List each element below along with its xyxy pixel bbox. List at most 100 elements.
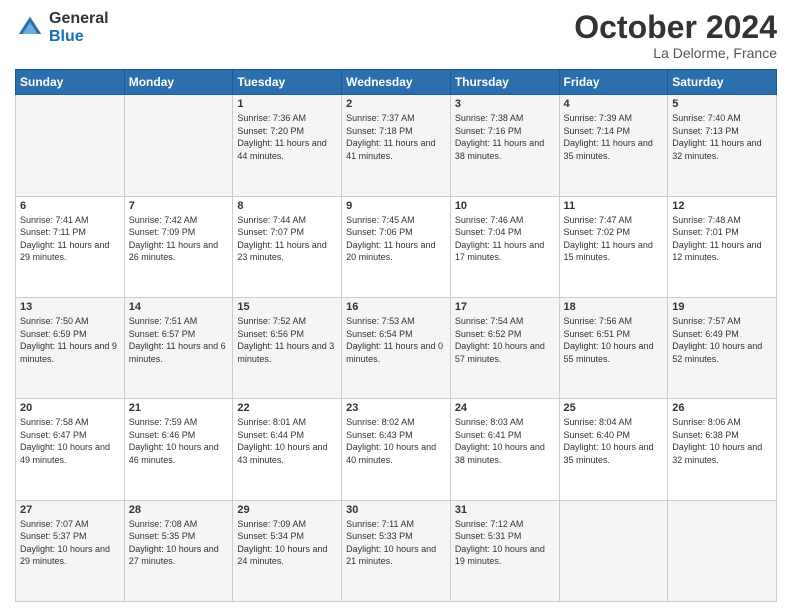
daylight-text: Daylight: 11 hours and 0 minutes.	[346, 341, 443, 364]
sunset-text: Sunset: 5:35 PM	[129, 531, 196, 541]
day-cell: 7 Sunrise: 7:42 AMSunset: 7:09 PMDaylight…	[124, 196, 233, 297]
sunrise-text: Sunrise: 7:44 AM	[237, 215, 306, 225]
day-cell: 26Sunrise: 8:06 AMSunset: 6:38 PMDayligh…	[668, 399, 777, 500]
sunrise-text: Sunrise: 8:06 AM	[672, 417, 741, 427]
col-saturday: Saturday	[668, 70, 777, 95]
daylight-text: Daylight: 11 hours and 6 minutes.	[129, 341, 226, 364]
daylight-text: Daylight: 10 hours and 38 minutes.	[455, 442, 545, 465]
day-cell: 19Sunrise: 7:57 AMSunset: 6:49 PMDayligh…	[668, 297, 777, 398]
sunrise-text: Sunrise: 7:08 AM	[129, 519, 198, 529]
day-cell: 1Sunrise: 7:36 AMSunset: 7:20 PMDaylight…	[233, 95, 342, 196]
day-cell: 29Sunrise: 7:09 AMSunset: 5:34 PMDayligh…	[233, 500, 342, 601]
daylight-text: Daylight: 11 hours and 35 minutes.	[564, 138, 653, 161]
daylight-text: Daylight: 11 hours and 23 minutes.	[237, 240, 326, 263]
sunset-text: Sunset: 7:02 PM	[564, 227, 631, 237]
day-number: 7	[129, 200, 229, 212]
sunrise-text: Sunrise: 7:59 AM	[129, 417, 198, 427]
col-friday: Friday	[559, 70, 668, 95]
sunrise-text: Sunrise: 7:57 AM	[672, 316, 741, 326]
day-cell: 15Sunrise: 7:52 AMSunset: 6:56 PMDayligh…	[233, 297, 342, 398]
sunrise-text: Sunrise: 7:52 AM	[237, 316, 306, 326]
day-info: Sunrise: 7:46 AMSunset: 7:04 PMDaylight:…	[455, 214, 555, 264]
day-cell: 6 Sunrise: 7:41 AMSunset: 7:11 PMDaylight…	[16, 196, 125, 297]
day-number: 4	[564, 98, 664, 110]
day-cell: 12Sunrise: 7:48 AMSunset: 7:01 PMDayligh…	[668, 196, 777, 297]
day-info: Sunrise: 7:50 AMSunset: 6:59 PMDaylight:…	[20, 315, 120, 365]
day-cell: 5Sunrise: 7:40 AMSunset: 7:13 PMDaylight…	[668, 95, 777, 196]
day-info: Sunrise: 7:41 AMSunset: 7:11 PMDaylight:…	[20, 214, 120, 264]
day-cell: 31Sunrise: 7:12 AMSunset: 5:31 PMDayligh…	[450, 500, 559, 601]
page: General Blue October 2024 La Delorme, Fr…	[0, 0, 792, 612]
day-number: 18	[564, 301, 664, 313]
daylight-text: Daylight: 10 hours and 49 minutes.	[20, 442, 110, 465]
day-cell: 21Sunrise: 7:59 AMSunset: 6:46 PMDayligh…	[124, 399, 233, 500]
week-row-4: 27 Sunrise: 7:07 AMSunset: 5:37 PMDayligh…	[16, 500, 777, 601]
sunrise-text: Sunrise: 7:58 AM	[20, 417, 89, 427]
daylight-text: Daylight: 10 hours and 19 minutes.	[455, 544, 545, 567]
day-number: 6	[20, 200, 120, 212]
day-info: Sunrise: 7:42 AMSunset: 7:09 PMDaylight:…	[129, 214, 229, 264]
day-cell: 14Sunrise: 7:51 AMSunset: 6:57 PMDayligh…	[124, 297, 233, 398]
sunset-text: Sunset: 7:11 PM	[20, 227, 86, 237]
sunset-text: Sunset: 6:54 PM	[346, 329, 413, 339]
daylight-text: Daylight: 11 hours and 44 minutes.	[237, 138, 326, 161]
day-info: Sunrise: 7:07 AMSunset: 5:37 PMDaylight:…	[20, 518, 120, 568]
sunset-text: Sunset: 6:38 PM	[672, 430, 739, 440]
day-info: Sunrise: 7:59 AMSunset: 6:46 PMDaylight:…	[129, 416, 229, 466]
logo: General Blue	[15, 10, 109, 45]
day-number: 20	[20, 402, 120, 414]
sunrise-text: Sunrise: 7:37 AM	[346, 113, 415, 123]
sunset-text: Sunset: 6:43 PM	[346, 430, 413, 440]
day-cell: 13Sunrise: 7:50 AMSunset: 6:59 PMDayligh…	[16, 297, 125, 398]
day-number: 11	[564, 200, 664, 212]
sunset-text: Sunset: 6:46 PM	[129, 430, 196, 440]
day-number: 27	[20, 504, 120, 516]
day-cell: 10Sunrise: 7:46 AMSunset: 7:04 PMDayligh…	[450, 196, 559, 297]
daylight-text: Daylight: 10 hours and 21 minutes.	[346, 544, 436, 567]
daylight-text: Daylight: 11 hours and 17 minutes.	[455, 240, 544, 263]
day-cell: 17Sunrise: 7:54 AMSunset: 6:52 PMDayligh…	[450, 297, 559, 398]
day-number: 19	[672, 301, 772, 313]
day-info: Sunrise: 7:45 AMSunset: 7:06 PMDaylight:…	[346, 214, 446, 264]
sunset-text: Sunset: 7:04 PM	[455, 227, 522, 237]
logo-general: General	[49, 10, 109, 28]
day-number: 26	[672, 402, 772, 414]
daylight-text: Daylight: 10 hours and 57 minutes.	[455, 341, 545, 364]
day-info: Sunrise: 7:08 AMSunset: 5:35 PMDaylight:…	[129, 518, 229, 568]
sunrise-text: Sunrise: 7:45 AM	[346, 215, 415, 225]
sunrise-text: Sunrise: 7:38 AM	[455, 113, 524, 123]
sunrise-text: Sunrise: 7:07 AM	[20, 519, 89, 529]
sunrise-text: Sunrise: 7:48 AM	[672, 215, 741, 225]
sunset-text: Sunset: 6:51 PM	[564, 329, 631, 339]
day-info: Sunrise: 7:58 AMSunset: 6:47 PMDaylight:…	[20, 416, 120, 466]
sunrise-text: Sunrise: 7:40 AM	[672, 113, 741, 123]
day-info: Sunrise: 7:12 AMSunset: 5:31 PMDaylight:…	[455, 518, 555, 568]
day-cell: 2Sunrise: 7:37 AMSunset: 7:18 PMDaylight…	[342, 95, 451, 196]
sunset-text: Sunset: 5:33 PM	[346, 531, 413, 541]
col-sunday: Sunday	[16, 70, 125, 95]
day-info: Sunrise: 7:51 AMSunset: 6:57 PMDaylight:…	[129, 315, 229, 365]
day-number: 24	[455, 402, 555, 414]
sunset-text: Sunset: 5:34 PM	[237, 531, 304, 541]
day-cell: 8Sunrise: 7:44 AMSunset: 7:07 PMDaylight…	[233, 196, 342, 297]
daylight-text: Daylight: 10 hours and 29 minutes.	[20, 544, 110, 567]
daylight-text: Daylight: 10 hours and 55 minutes.	[564, 341, 654, 364]
day-info: Sunrise: 7:40 AMSunset: 7:13 PMDaylight:…	[672, 112, 772, 162]
logo-text: General Blue	[49, 10, 109, 45]
day-info: Sunrise: 7:11 AMSunset: 5:33 PMDaylight:…	[346, 518, 446, 568]
sunset-text: Sunset: 6:41 PM	[455, 430, 522, 440]
day-info: Sunrise: 7:39 AMSunset: 7:14 PMDaylight:…	[564, 112, 664, 162]
day-info: Sunrise: 7:38 AMSunset: 7:16 PMDaylight:…	[455, 112, 555, 162]
day-info: Sunrise: 7:48 AMSunset: 7:01 PMDaylight:…	[672, 214, 772, 264]
day-number: 3	[455, 98, 555, 110]
sunrise-text: Sunrise: 7:12 AM	[455, 519, 524, 529]
daylight-text: Daylight: 11 hours and 15 minutes.	[564, 240, 653, 263]
day-number: 2	[346, 98, 446, 110]
day-cell	[124, 95, 233, 196]
sunset-text: Sunset: 7:01 PM	[672, 227, 739, 237]
sunset-text: Sunset: 7:20 PM	[237, 126, 304, 136]
day-number: 29	[237, 504, 337, 516]
col-wednesday: Wednesday	[342, 70, 451, 95]
day-cell	[559, 500, 668, 601]
header-row: Sunday Monday Tuesday Wednesday Thursday…	[16, 70, 777, 95]
